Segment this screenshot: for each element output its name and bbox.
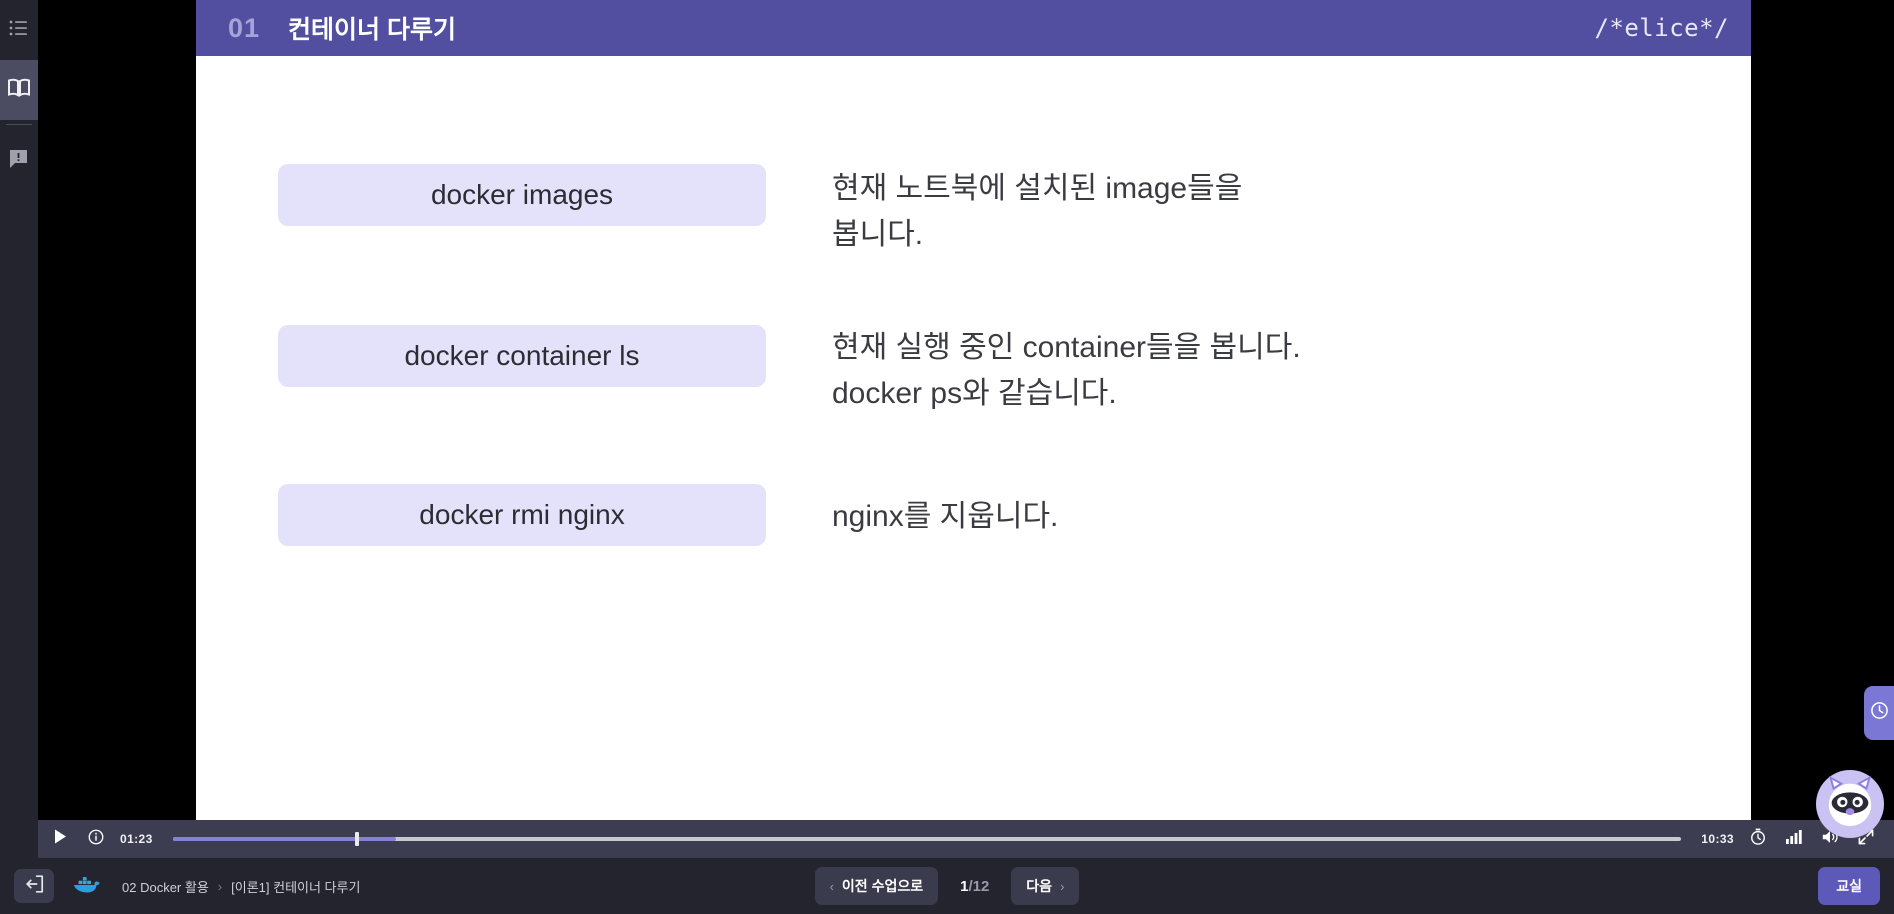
progress-track[interactable]	[172, 832, 1682, 846]
breadcrumb-item-course[interactable]: 02 Docker 활용	[122, 877, 209, 896]
slide-body: docker images 현재 노트북에 설치된 image들을 봅니다. d…	[196, 56, 1751, 820]
signal-bars-icon	[1786, 829, 1802, 849]
breadcrumb: 02 Docker 활용 › [이론1] 컨테이너 다루기	[122, 877, 360, 896]
sidebar-item-qna-notice[interactable]	[0, 131, 38, 191]
chevron-right-icon: ›	[1060, 878, 1065, 894]
next-lesson-label: 다음	[1026, 878, 1053, 894]
play-icon	[54, 829, 67, 849]
total-duration: 10:33	[1701, 832, 1734, 846]
content-row: docker images 현재 노트북에 설치된 image들을 봅니다.	[196, 164, 1751, 257]
previous-lesson-button[interactable]: ‹ 이전 수업으로	[814, 867, 939, 905]
exit-door-icon	[24, 874, 44, 898]
sidebar-divider	[6, 124, 32, 125]
command-box: docker rmi nginx	[278, 484, 766, 547]
command-box: docker images	[278, 164, 766, 226]
stopwatch-icon	[1750, 828, 1766, 850]
video-player-controls: 01:23 10:33	[38, 820, 1894, 858]
bottom-navigation-bar: 02 Docker 활용 › [이론1] 컨테이너 다루기 ‹ 이전 수업으로 …	[0, 858, 1894, 914]
command-box: docker container ls	[278, 325, 766, 388]
content-row: docker rmi nginx nginx를 지웁니다.	[196, 484, 1751, 547]
elice-logo: /*elice*/	[1594, 14, 1729, 42]
list-icon	[9, 20, 29, 41]
next-lesson-button[interactable]: 다음 ›	[1011, 867, 1080, 905]
speech-bubble-alert-icon	[9, 149, 29, 174]
elice-lecture-player: 01 컨테이너 다루기 /*elice*/ docker images 현재 노…	[0, 0, 1894, 914]
page-total: /12	[968, 877, 990, 895]
study-timer-tab[interactable]	[1864, 686, 1894, 740]
command-description: nginx를 지웁니다.	[832, 500, 1059, 534]
playback-speed-button[interactable]	[1746, 827, 1770, 851]
avatar[interactable]	[1816, 770, 1884, 838]
slide-number: 01	[228, 12, 261, 43]
classroom-button[interactable]: 교실	[1818, 867, 1880, 905]
current-time: 01:23	[120, 832, 153, 846]
course-brand	[72, 872, 102, 901]
slide-title: 컨테이너 다루기	[288, 16, 456, 44]
info-circle-icon	[88, 829, 104, 850]
left-sidebar	[0, 0, 38, 858]
slide-header: 01 컨테이너 다루기 /*elice*/	[196, 0, 1751, 59]
previous-lesson-label: 이전 수업으로	[841, 878, 924, 894]
command-description: 현재 노트북에 설치된 image들을 봅니다.	[832, 172, 1243, 251]
chevron-left-icon: ‹	[829, 878, 834, 894]
slide-stage: 01 컨테이너 다루기 /*elice*/ docker images 현재 노…	[196, 0, 1751, 820]
progress-playhead[interactable]	[355, 832, 360, 846]
book-icon	[7, 78, 31, 103]
breadcrumb-separator: ›	[217, 878, 223, 894]
command-description: 현재 실행 중인 container들을 봅니다. docker ps와 같습니…	[832, 331, 1301, 410]
page-indicator: 1/12	[960, 878, 989, 895]
breadcrumb-item-lesson[interactable]: [이론1] 컨테이너 다루기	[231, 877, 360, 896]
docker-whale-icon	[72, 872, 102, 901]
play-button[interactable]	[48, 827, 72, 851]
info-button[interactable]	[84, 827, 108, 851]
clock-icon	[1870, 701, 1889, 725]
slide: 01 컨테이너 다루기 /*elice*/ docker images 현재 노…	[196, 0, 1751, 820]
raccoon-mascot-avatar	[1821, 773, 1879, 836]
content-row: docker container ls 현재 실행 중인 container들을…	[196, 325, 1751, 416]
progress-fill	[172, 837, 396, 841]
sidebar-item-course-book[interactable]	[0, 60, 38, 120]
quality-button[interactable]	[1782, 827, 1806, 851]
sidebar-item-list-menu[interactable]	[0, 0, 38, 60]
exit-course-button[interactable]	[14, 869, 54, 903]
